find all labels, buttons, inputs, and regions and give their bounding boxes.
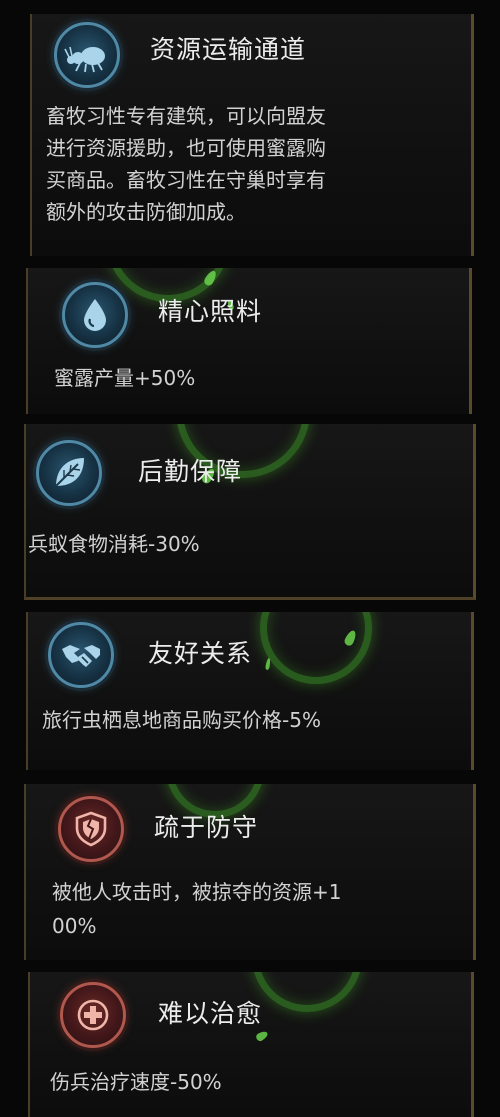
trait-card-lax-defense[interactable]: 疏于防守 被他人攻击时，被掠夺的资源+1 00% — [24, 784, 476, 960]
trait-card-careful-nursing[interactable]: 精心照料 蜜露产量+50% — [26, 268, 472, 414]
broken-shield-badge — [58, 796, 124, 862]
falling-leaf — [254, 1029, 270, 1043]
trait-title: 后勤保障 — [138, 457, 243, 486]
trait-card-friendly-relations[interactable]: 友好关系 旅行虫栖息地商品购买价格-5% — [26, 612, 474, 770]
trait-description-line: 被他人攻击时，被掠夺的资源+1 — [52, 880, 342, 904]
trait-card-logistics[interactable]: 后勤保障 兵蚁食物消耗-30% — [24, 424, 476, 600]
trait-description-line: 进行资源援助，也可使用蜜露购 — [46, 136, 326, 160]
trait-description-line: 额外的攻击防御加成。 — [46, 200, 246, 224]
trait-title: 友好关系 — [148, 639, 253, 668]
green-glow-ring — [260, 612, 372, 684]
trait-description-line: 畜牧习性专有建筑，可以向盟友 — [46, 104, 326, 128]
trait-title: 精心照料 — [158, 297, 263, 326]
trait-description-line: 00% — [52, 914, 97, 938]
trait-description-line: 兵蚁食物消耗-30% — [28, 532, 200, 556]
trait-title: 疏于防守 — [154, 813, 259, 842]
handshake-icon — [62, 645, 100, 667]
water-drop-badge — [62, 282, 128, 348]
trait-title: 资源运输通道 — [150, 35, 307, 64]
trait-description-line: 伤兵治疗速度-50% — [50, 1070, 222, 1094]
trait-description-line: 蜜露产量+50% — [54, 366, 196, 390]
falling-leaf — [202, 268, 219, 288]
falling-leaf — [343, 628, 358, 648]
trait-title: 难以治愈 — [158, 999, 263, 1028]
leaf-badge — [36, 440, 102, 506]
medical-cross-icon — [77, 999, 109, 1031]
trait-list: 资源运输通道 畜牧习性专有建筑，可以向盟友 进行资源援助，也可使用蜜露购 买商品… — [0, 0, 500, 1117]
water-drop-icon — [84, 299, 106, 331]
trait-card-resource-channel[interactable]: 资源运输通道 畜牧习性专有建筑，可以向盟友 进行资源援助，也可使用蜜露购 买商品… — [30, 14, 474, 256]
trait-description-line: 买商品。畜牧习性在守巢时享有 — [46, 168, 326, 192]
broken-shield-icon — [75, 811, 107, 847]
ant-icon — [64, 46, 105, 73]
falling-leaf — [264, 657, 272, 671]
medical-cross-badge — [60, 982, 126, 1048]
leaf-icon — [55, 458, 84, 487]
green-glow-ring — [252, 972, 362, 1012]
trait-card-hard-to-heal[interactable]: 难以治愈 伤兵治疗速度-50% — [28, 972, 474, 1117]
trait-description-line: 旅行虫栖息地商品购买价格-5% — [42, 708, 321, 732]
handshake-badge — [48, 622, 114, 688]
ant-badge — [54, 22, 120, 88]
